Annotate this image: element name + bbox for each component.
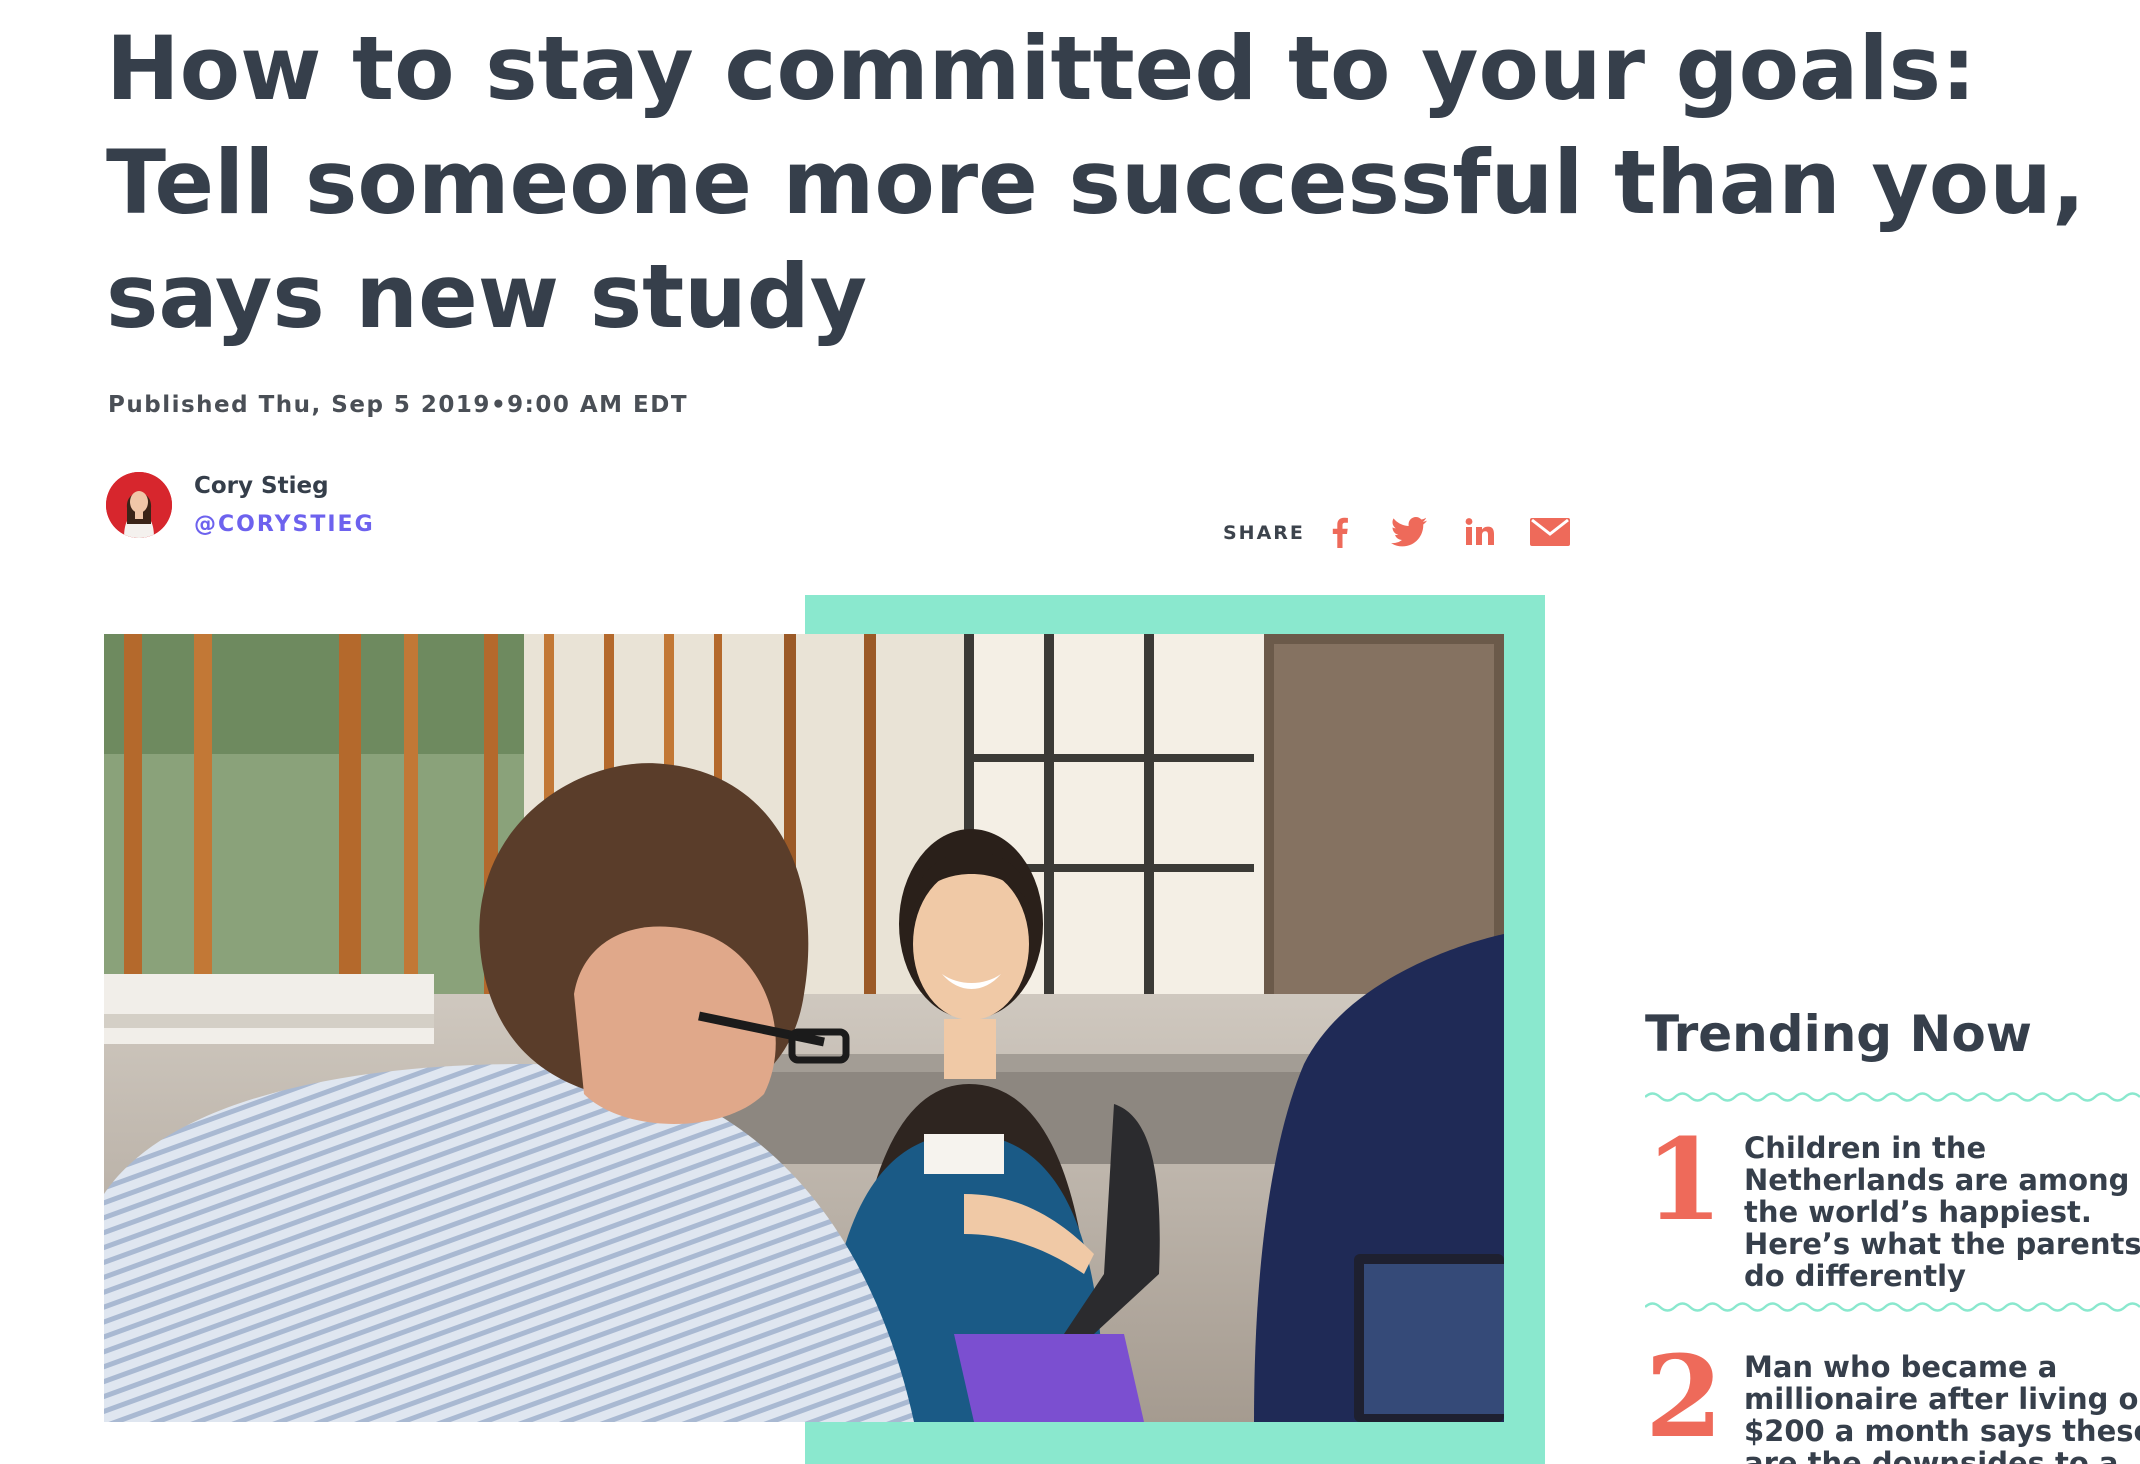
article-headline: How to stay committed to your goals: Tel… [106, 17, 2086, 348]
email-icon[interactable] [1528, 512, 1572, 552]
author-photo [106, 472, 172, 538]
wave-divider [1645, 1092, 2140, 1102]
hero-image [104, 634, 1504, 1422]
share-label: SHARE [1223, 522, 1305, 544]
facebook-icon[interactable] [1322, 512, 1358, 552]
twitter-icon[interactable] [1388, 512, 1430, 552]
author-name[interactable]: Cory Stieg [194, 473, 329, 499]
trending-now-heading: Trending Now [1645, 1005, 2032, 1063]
author-handle-link[interactable]: @CORYSTIEG [194, 512, 375, 537]
wave-divider [1645, 1302, 2140, 1312]
trending-number: 2 [1645, 1332, 1723, 1463]
author-avatar[interactable] [106, 472, 172, 538]
office-meeting-photo [104, 634, 1504, 1422]
linkedin-icon[interactable] [1460, 512, 1500, 552]
trending-number: 1 [1645, 1115, 1723, 1246]
trending-item-link[interactable]: Children in the Netherlands are among th… [1744, 1132, 2140, 1292]
published-date: Published Thu, Sep 5 2019•9:00 AM EDT [108, 392, 689, 418]
trending-item-link[interactable]: Man who became a millionaire after livin… [1744, 1351, 2140, 1464]
